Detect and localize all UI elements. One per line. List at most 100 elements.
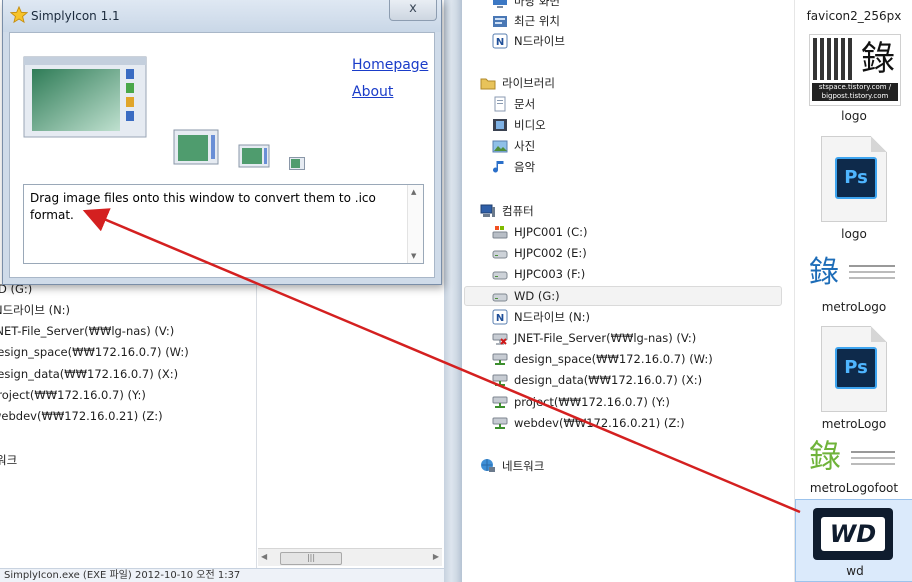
scrollbar-thumb[interactable]: ||| [280, 552, 342, 565]
nav-item-libraries[interactable]: 라이브러리 [480, 73, 555, 93]
qr-code-icon [813, 38, 855, 80]
textarea-scrollbar[interactable]: ▲ ▼ [407, 185, 423, 263]
nav-item-label: project(₩₩172.16.0.7) (Y:) [514, 395, 670, 409]
network-globe-icon [481, 459, 495, 472]
video-icon [493, 119, 507, 131]
nav-item-label: HJPC002 (E:) [514, 246, 587, 260]
nav-item-label: 문서 [514, 97, 536, 111]
scroll-up-icon[interactable]: ▲ [411, 188, 416, 196]
file-item[interactable]: 錄 metroLogo [795, 246, 912, 318]
nav-item-recent[interactable]: 최근 위치 [492, 11, 560, 31]
simplyicon-dialog: SimplyIcon 1.1 x Homepage About Drag ima… [2, 0, 442, 285]
drop-target-textarea[interactable]: Drag image files onto this window to con… [23, 184, 424, 264]
logo-text-lines [849, 265, 895, 267]
dialog-title: SimplyIcon 1.1 [31, 9, 120, 23]
file-item[interactable]: Ps metroLogo [795, 318, 912, 436]
file-item[interactable]: Ps logo [795, 128, 912, 246]
hard-drive-icon [492, 293, 508, 302]
nav-item-desktop[interactable]: 바탕 화면 [492, 0, 560, 11]
dialog-client-area: Homepage About Drag image files onto thi… [9, 32, 435, 278]
left-drive-item[interactable]: webdev(₩₩172.16.0.21) (Z:) [0, 406, 163, 426]
nav-item-videos[interactable]: 비디오 [492, 115, 546, 135]
nav-drive-n[interactable]: N N드라이브 (N:) [492, 307, 590, 327]
nav-item-documents[interactable]: 문서 [492, 94, 535, 114]
nav-item-label: N드라이브 [514, 34, 565, 48]
icon-size-16-preview [289, 157, 305, 170]
scroll-left-icon[interactable]: ◀ [261, 552, 273, 563]
file-name: logo [841, 227, 867, 241]
nav-item-network[interactable]: 네트워크 [480, 456, 544, 476]
nav-item-music[interactable]: 음악 [492, 157, 535, 177]
close-button[interactable]: x [389, 0, 437, 21]
file-item-selected[interactable]: WD wd [795, 499, 912, 582]
homepage-link[interactable]: Homepage [352, 57, 428, 73]
left-drive-item[interactable]: design_data(₩₩172.16.0.7) (X:) [0, 364, 178, 384]
psd-file-icon: Ps [821, 136, 887, 222]
file-name: favicon2_256px [806, 9, 902, 23]
hard-drive-icon [492, 271, 508, 280]
window-frame [444, 0, 462, 582]
nav-item-label: 최근 위치 [514, 14, 560, 28]
logo-text-lines [851, 451, 895, 453]
nav-drive-w[interactable]: design_space(₩₩172.16.0.7) (W:) [492, 349, 713, 369]
recent-places-icon [493, 16, 507, 27]
logo-glyph: 錄 [861, 39, 895, 79]
nav-drive-z[interactable]: webdev(₩₩172.16.0.21) (Z:) [492, 413, 685, 433]
nav-item-label: 음악 [514, 160, 536, 174]
network-drive-icon [492, 417, 508, 429]
drop-instruction-text: Drag image files onto this window to con… [30, 191, 376, 222]
nav-drive-v[interactable]: JNET-File_Server(₩₩lg-nas) (V:) [492, 328, 696, 348]
left-drive-item[interactable]: project(₩₩172.16.0.7) (Y:) [0, 385, 146, 405]
metrologofoot-thumbnail: 錄 [807, 437, 901, 477]
nav-item-pictures[interactable]: 사진 [492, 136, 535, 156]
library-folder-icon [480, 78, 496, 90]
dialog-titlebar[interactable]: SimplyIcon 1.1 x [3, 0, 441, 32]
pictures-icon [492, 140, 508, 153]
nav-drive-y[interactable]: project(₩₩172.16.0.7) (Y:) [492, 392, 670, 412]
music-note-icon [493, 161, 504, 173]
horizontal-scrollbar[interactable]: ◀ ||| ▶ [258, 548, 442, 566]
icon-size-48-preview [173, 129, 219, 165]
nav-item-label: 라이브러리 [502, 76, 555, 90]
file-item[interactable]: favicon2_256px [795, 0, 912, 30]
svg-text:N: N [496, 37, 504, 48]
nav-item-label: 비디오 [514, 118, 546, 132]
left-network-item[interactable]: 워크 [0, 450, 17, 470]
ndrive-icon: N [492, 309, 508, 325]
metrologo-thumbnail: 錄 [807, 251, 901, 295]
file-name: wd [846, 564, 864, 578]
nav-drive-c[interactable]: HJPC001 (C:) [492, 222, 588, 242]
nav-item-label: design_space(₩₩172.16.0.7) (W:) [514, 352, 713, 366]
nav-drive-e[interactable]: HJPC002 (E:) [492, 243, 587, 263]
nav-item-label: HJPC003 (F:) [514, 267, 586, 281]
nav-item-computer[interactable]: 컴퓨터 [480, 201, 534, 221]
file-name: logo [841, 109, 867, 123]
left-drive-item[interactable]: JNET-File_Server(₩₩lg-nas) (V:) [0, 321, 174, 341]
nav-item-label: 사진 [514, 139, 536, 153]
file-item[interactable]: 錄 stspace.tistory.com / bigpost.tistory.… [795, 30, 912, 128]
logo-glyph: 錄 [809, 255, 839, 290]
scroll-right-icon[interactable]: ▶ [427, 552, 439, 563]
star-icon [10, 6, 28, 24]
nav-item-label: JNET-File_Server(₩₩lg-nas) (V:) [514, 331, 697, 345]
left-drive-item[interactable]: design_space(₩₩172.16.0.7) (W:) [0, 342, 189, 362]
photoshop-icon: Ps [835, 347, 877, 389]
nav-drive-g[interactable]: WD (G:) [464, 286, 782, 306]
about-link[interactable]: About [352, 84, 393, 100]
nav-item-label: 컴퓨터 [502, 204, 534, 218]
desktop-icon [493, 0, 507, 8]
network-drive-icon [492, 353, 508, 365]
scroll-down-icon[interactable]: ▼ [411, 252, 416, 260]
nav-drive-f[interactable]: HJPC003 (F:) [492, 264, 585, 284]
navigation-pane: 바탕 화면 최근 위치 N N드라이브 라이브러리 문서 비디오 사진 음악 컴… [462, 0, 794, 582]
ndrive-icon: N [492, 33, 508, 49]
network-drive-icon [492, 374, 508, 386]
wd-logo-text: WD [821, 517, 885, 551]
file-list-pane: favicon2_256px 錄 stspace.tistory.com / b… [794, 0, 912, 582]
nav-drive-x[interactable]: design_data(₩₩172.16.0.7) (X:) [492, 370, 702, 390]
nav-item-label: 네트워크 [502, 459, 545, 473]
nav-item-ndrive[interactable]: N N드라이브 [492, 31, 565, 51]
file-item[interactable]: 錄 metroLogofoot [795, 436, 912, 498]
left-drive-item[interactable]: N드라이브 (N:) [0, 300, 70, 320]
nav-item-label: HJPC001 (C:) [514, 225, 588, 239]
